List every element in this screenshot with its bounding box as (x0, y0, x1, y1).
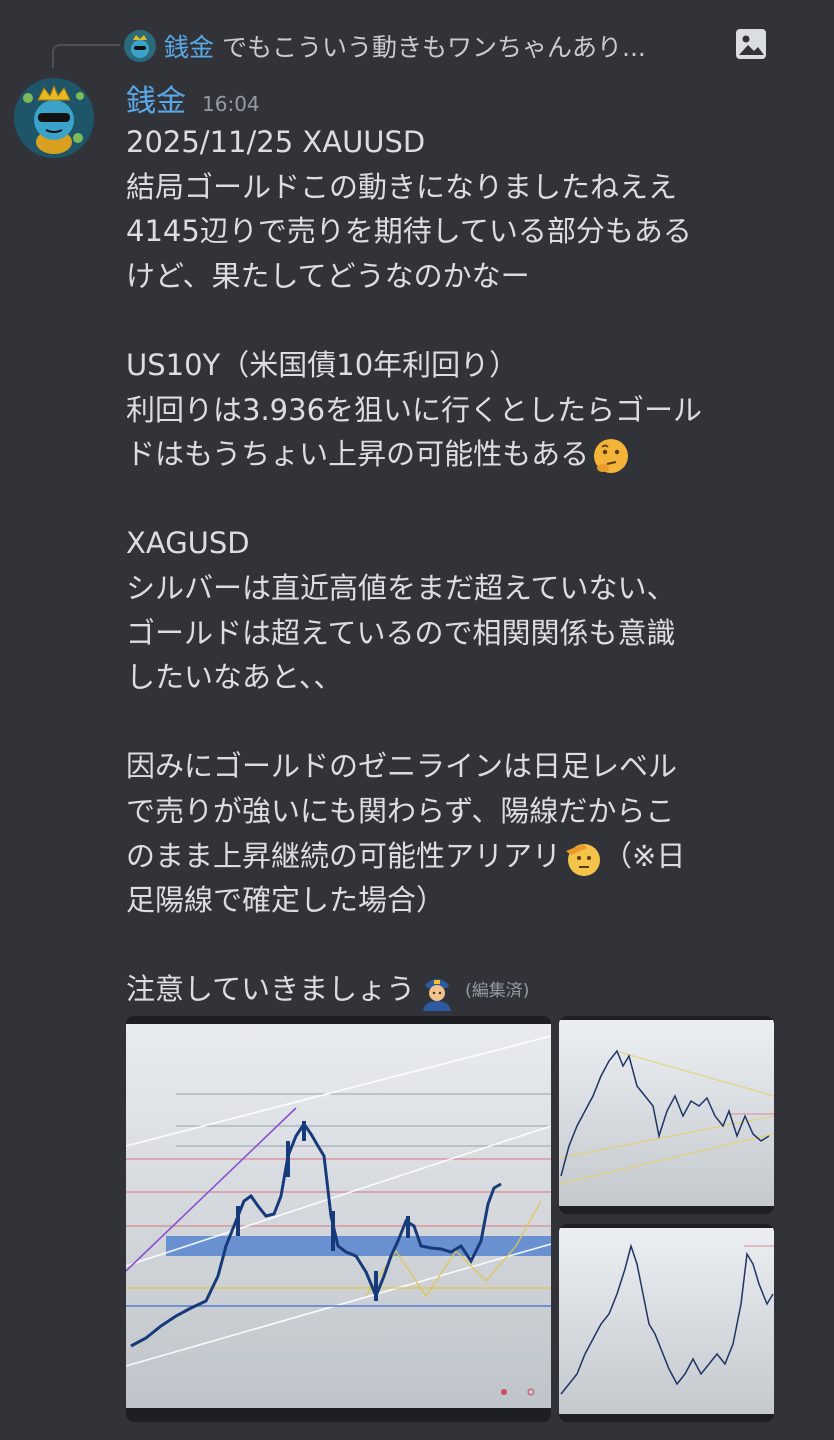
message-text: のまま上昇継続の可能性アリアリ (126, 838, 562, 873)
message-line: したいなあと、、 (126, 660, 343, 695)
reply-connector (52, 44, 120, 68)
message-line (126, 477, 766, 522)
message-line: 因みにゴールドのゼニラインは日足レベル (126, 749, 678, 784)
message-line: 利回りは3.936を狙いに行くとしたらゴール (126, 392, 703, 427)
user-avatar[interactable] (14, 78, 94, 158)
reply-preview[interactable]: 銭金 でもこういう動きもワンちゃんあり... (124, 26, 824, 66)
attachment-gallery (126, 1016, 774, 1422)
message-line: 2025/11/25 XAUUSD (126, 125, 426, 159)
attachment-image-us10y[interactable] (559, 1016, 774, 1214)
message-line (126, 923, 766, 968)
message-line (126, 298, 766, 343)
edited-indicator: (編集済) (465, 980, 530, 1001)
message-line-with-emoji: のまま上昇継続の可能性アリアリ （※日 (126, 834, 766, 879)
message-timestamp[interactable]: 16:04 (202, 92, 260, 116)
message-line: で売りが強いにも関わらず、陽線だからこ (126, 793, 675, 828)
message-line: けど、果たしてどうなのかなー (126, 258, 530, 293)
reply-avatar[interactable] (124, 30, 156, 62)
reply-author[interactable]: 銭金 (164, 28, 214, 64)
message-text: 注意していきましょう (126, 972, 416, 1007)
attachment-image-main[interactable] (126, 1016, 551, 1422)
message-line: XAGUSD (126, 526, 250, 561)
message-content: 2025/11/25 XAUUSD 結局ゴールドこの動きになりましたねええ 41… (126, 120, 766, 1012)
message-line: US10Y（米国債10年利回り） (126, 347, 519, 382)
message-line-with-emoji: 注意していきましょう (編集済) (126, 967, 766, 1012)
message-author[interactable]: 銭金 (126, 76, 186, 120)
message-line: 4145辺りで売りを期待している部分もある (126, 214, 692, 249)
reply-text[interactable]: でもこういう動きもワンちゃんあり... (222, 28, 646, 64)
image-icon (734, 27, 768, 61)
attachment-image-xagusd[interactable] (559, 1224, 774, 1422)
message-line (126, 700, 766, 745)
thinking-face-emoji (591, 436, 631, 476)
message-text: （※日 (603, 838, 686, 873)
message-header: 銭金 16:04 (126, 76, 260, 119)
message-line: 足陽線で確定した場合） (126, 883, 446, 918)
police-officer-emoji (417, 971, 457, 1012)
message-line: ゴールドは超えているので相関関係も意識 (126, 615, 676, 650)
message-line: 結局ゴールドこの動きになりましたねええ (126, 169, 678, 204)
message-line-with-emoji: ドはもうちょい上昇の可能性もある (126, 432, 766, 477)
message-text: ドはもうちょい上昇の可能性もある (126, 437, 590, 472)
message-line: シルバーは直近高値をまだ超えていない、 (126, 570, 676, 605)
saluting-face-emoji (563, 838, 603, 878)
